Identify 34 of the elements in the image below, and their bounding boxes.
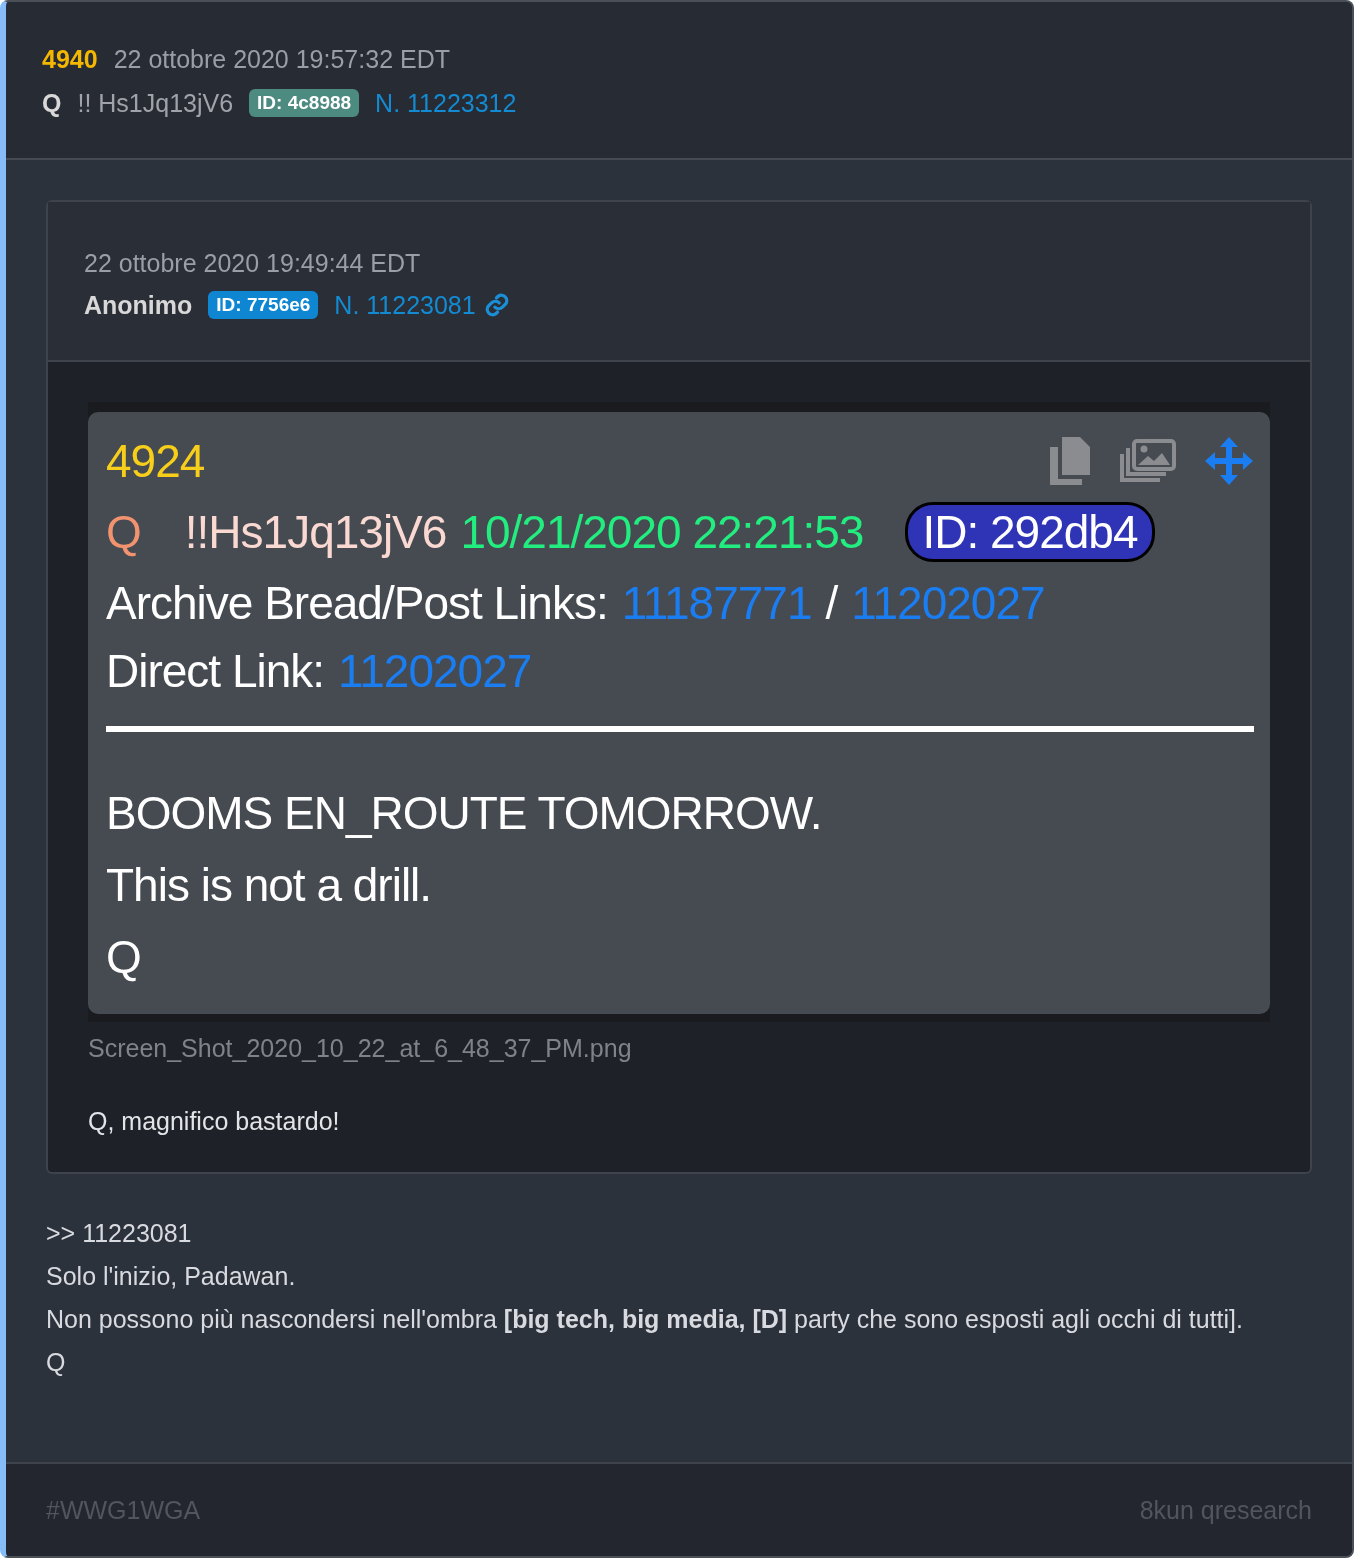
message-line: BOOMS EN_ROUTE TOMORROW. [106,786,823,841]
author-name: Q [42,88,62,118]
post-number-link[interactable]: N. 11223081 [334,290,476,320]
author-name: Q [106,505,141,559]
post-date: 22 ottobre 2020 19:57:32 EDT [113,44,450,74]
post-number-link[interactable]: N. 11223312 [375,88,517,118]
tripcode: !! Hs1Jq13jV6 [77,88,234,118]
post-datetime: 10/21/2020 22:21:53 [460,505,864,559]
id-badge: ID: 7756e6 [208,291,319,319]
reply-line: Non possono più nascondersi nell'ombra [big tech, big media, [D] party che sono esposti agli occhi di tutti]. [46,1304,1244,1335]
reply-line: >> 11223081 [46,1218,193,1249]
archive-label: Archive Bread/Post Links: [106,576,608,630]
post-number: 4940 [42,44,98,74]
move-icon [1204,436,1254,486]
quoted-text: Q, magnifico bastardo! [88,1107,341,1136]
reply-line: Solo l'inizio, Padawan. [46,1261,297,1292]
id-badge: ID: 292db4 [905,502,1155,562]
separator: / [825,576,838,630]
link-icon[interactable] [483,292,510,318]
post-number: 4924 [106,434,205,488]
id-badge: ID: 4c8988 [249,89,360,117]
archive-link: 11202027 [851,576,1045,630]
direct-link-label: Direct Link: [106,644,325,698]
message-line: This is not a drill. [106,858,433,913]
file-name[interactable]: Screen_Shot_2020_10_22_at_6_48_37_PM.png [88,1034,1270,1063]
direct-link: 11202027 [338,644,532,698]
images-icon [1120,438,1178,484]
screenshot-image[interactable]: 4924 Q !!Hs1Jq13jV6 10/21/2020 22:21:53 ID: 292db4 Archive Bread/Post Links: 11187771 / 11202027 Direct Link: 11202027 BOOMS EN_ROUTE TOMORROW. This is not a drill. Q [88,402,1270,1022]
reply-line: Q [46,1347,67,1378]
archive-link: 11187771 [621,576,812,630]
quoted-date: 22 ottobre 2020 19:49:44 EDT [84,248,421,278]
tripcode: !!Hs1Jq13jV6 [184,505,447,559]
quoted-author: Anonimo [84,290,193,320]
message-line: Q [106,930,142,985]
